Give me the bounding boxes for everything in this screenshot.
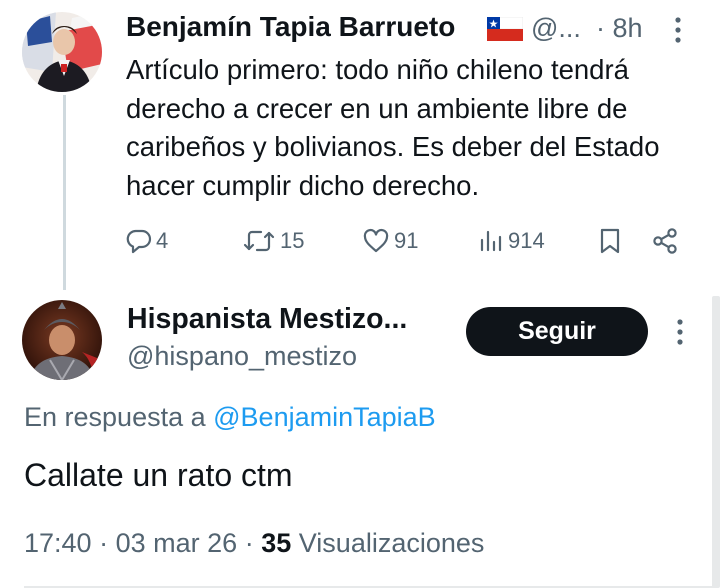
like-count: 91 (394, 228, 419, 253)
scrollbar[interactable] (712, 296, 720, 588)
views-label: Visualizaciones (298, 528, 485, 558)
bar-chart-icon (478, 228, 504, 254)
meta-separator: · (99, 528, 109, 558)
author-avatar[interactable] (22, 12, 102, 92)
reply-author-name[interactable]: Hispanista Mestizo... (127, 303, 407, 336)
like-button[interactable]: 91 (362, 226, 418, 256)
bookmark-button[interactable] (598, 226, 622, 256)
repost-icon (242, 228, 276, 254)
reply-time[interactable]: 17:40 (24, 528, 92, 558)
views-number: 35 (261, 528, 292, 558)
reply-mention-link[interactable]: @BenjaminTapiaB (213, 402, 436, 432)
tweet-time[interactable]: · 8h (596, 13, 643, 44)
reply-context: En respuesta a @BenjaminTapiaB (24, 402, 436, 433)
reply-date[interactable]: 03 mar 26 (116, 528, 238, 558)
share-icon (651, 227, 679, 255)
meta-separator: · (244, 528, 254, 558)
reply-prefix: En respuesta a (24, 402, 206, 432)
views-button[interactable]: 914 (478, 226, 545, 256)
reply-text: Callate un rato ctm (24, 457, 293, 493)
follow-button[interactable]: Seguir (466, 307, 648, 356)
views-count: 914 (508, 228, 545, 253)
reply-button[interactable]: 4 (126, 226, 168, 256)
more-options-icon[interactable] (674, 318, 686, 346)
more-options-icon[interactable] (672, 16, 684, 44)
share-button[interactable] (651, 226, 679, 256)
repost-button[interactable]: 15 (242, 226, 304, 256)
reply-author-handle[interactable]: @hispano_mestizo (127, 341, 357, 372)
repost-count: 15 (280, 228, 305, 253)
tweet-meta: 17:40 · 03 mar 26 · 35 Visualizaciones (24, 528, 484, 559)
chile-flag-icon (486, 16, 524, 41)
reply-icon (126, 228, 152, 254)
heart-icon (362, 228, 390, 254)
bookmark-icon (598, 227, 622, 255)
author-handle[interactable]: @... (531, 13, 581, 44)
author-name[interactable]: Benjamín Tapia Barrueto (126, 11, 455, 43)
reply-author-avatar[interactable] (22, 300, 102, 380)
tweet-text: Artículo primero: todo niño chileno tend… (126, 54, 660, 201)
reply-count: 4 (156, 228, 169, 253)
thread-line (63, 95, 66, 290)
